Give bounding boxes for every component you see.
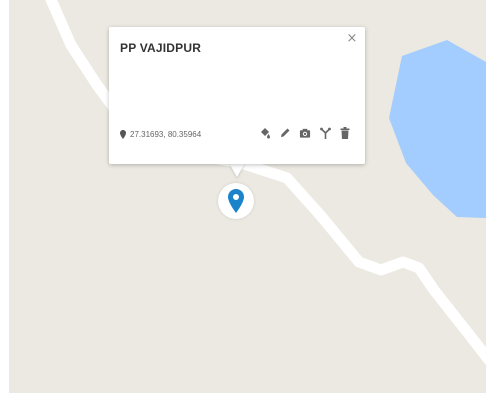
- popup-actions: [259, 126, 351, 140]
- map-pin-icon: [228, 189, 244, 213]
- coordinates-row: 27.31693, 80.35964: [120, 130, 201, 139]
- coordinates-text: 27.31693, 80.35964: [130, 130, 202, 139]
- close-icon[interactable]: ×: [345, 32, 359, 46]
- location-marker[interactable]: [218, 183, 254, 219]
- small-pin-icon: [120, 130, 126, 139]
- trash-icon[interactable]: [339, 126, 351, 140]
- paint-bucket-icon[interactable]: [259, 126, 271, 140]
- popup-pointer: [229, 163, 245, 177]
- pencil-icon[interactable]: [279, 126, 291, 140]
- camera-icon[interactable]: [299, 126, 311, 140]
- route-icon[interactable]: [319, 126, 331, 140]
- map-canvas[interactable]: PP VAJIDPUR × 27.31693, 80.35964: [9, 0, 486, 393]
- info-popup: PP VAJIDPUR × 27.31693, 80.35964: [109, 27, 365, 164]
- place-name: PP VAJIDPUR: [120, 41, 202, 55]
